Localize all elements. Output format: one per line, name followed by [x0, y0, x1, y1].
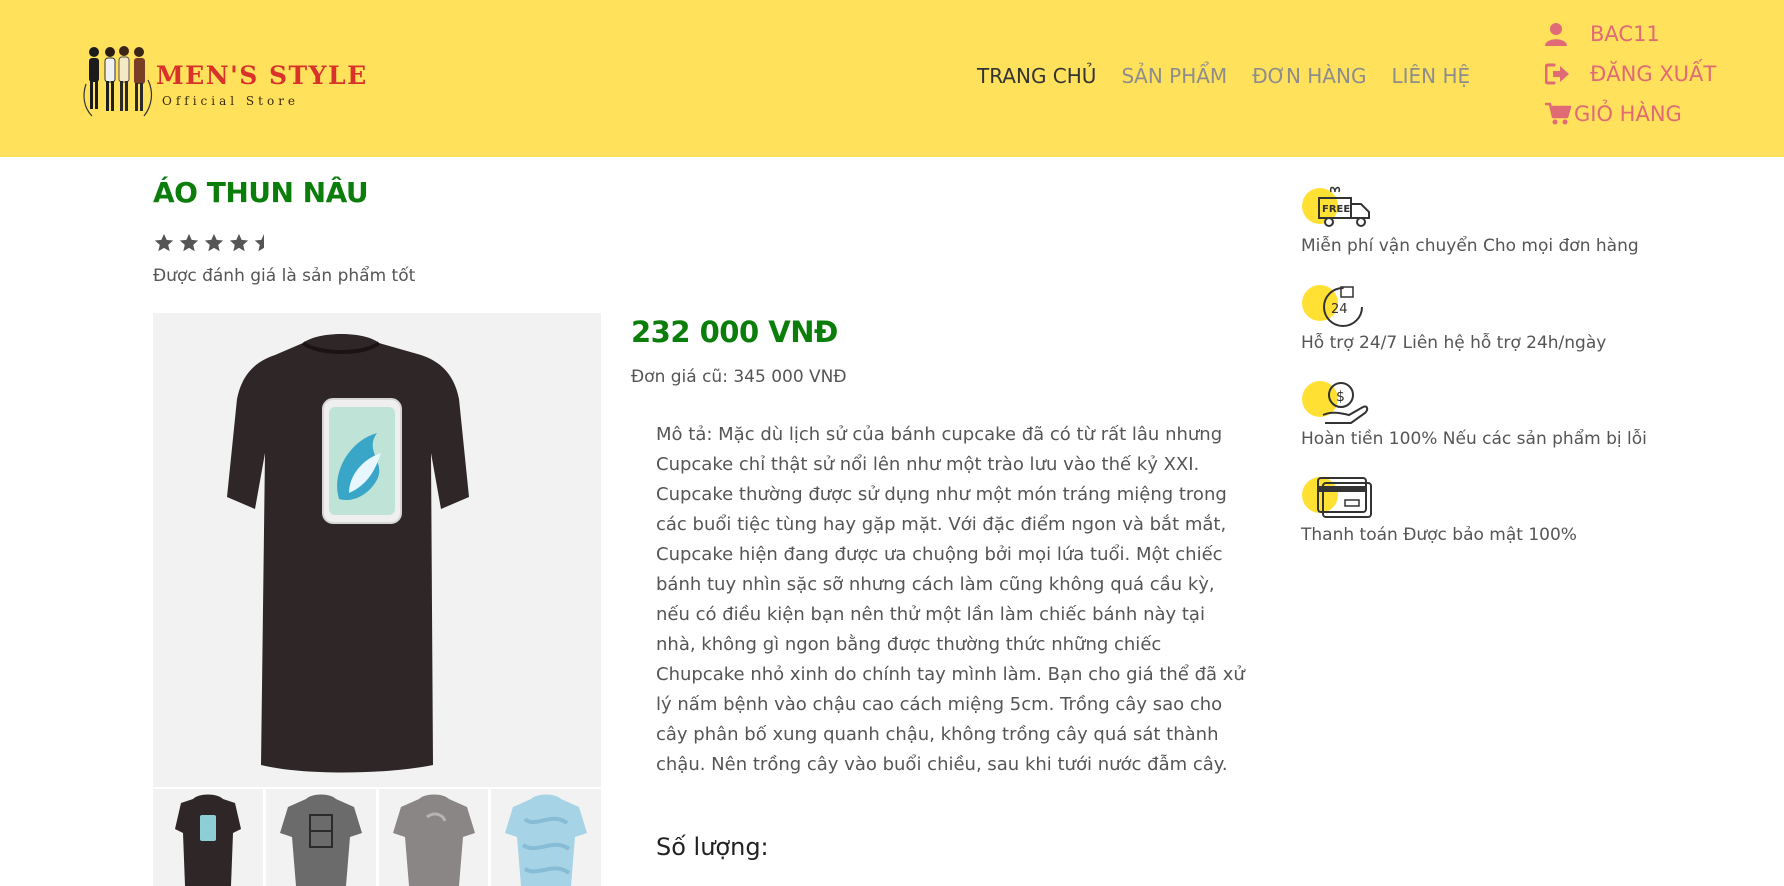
svg-text:24: 24: [1331, 302, 1348, 317]
thumbnail-3[interactable]: [378, 789, 489, 886]
support-24-7-icon: 24: [1302, 285, 1363, 327]
logout-link[interactable]: ĐĂNG XUẤT: [1545, 62, 1716, 86]
star-full-icon: [154, 233, 174, 252]
product-main-image[interactable]: [153, 313, 601, 787]
tshirt-thumbnail-image: [279, 794, 362, 886]
product-description: Mô tả: Mặc dù lịch sử của bánh cupcake đ…: [656, 424, 1245, 775]
old-price: Đơn giá cũ: 345 000 VNĐ: [631, 367, 847, 387]
benefit-text: Hoàn tiền 100% Nếu các sản phẩm bị lỗi: [1301, 429, 1647, 449]
quantity-label: Số lượng:: [656, 833, 769, 861]
tshirt-thumbnail-image: [505, 794, 588, 886]
user-account-link[interactable]: BAC11: [1545, 22, 1660, 46]
logo-figures-icon: [83, 46, 153, 117]
star-full-icon: [204, 233, 224, 252]
cart-label: GIỎ HÀNG: [1574, 102, 1682, 126]
user-icon: [1545, 23, 1567, 46]
nav-contact[interactable]: LIÊN HỆ: [1391, 64, 1470, 88]
benefit-text: Thanh toán Được bảo mật 100%: [1301, 525, 1577, 545]
star-full-icon: [179, 233, 199, 252]
thumbnail-4[interactable]: [491, 789, 601, 886]
main-nav: TRANG CHỦ SẢN PHẨM ĐƠN HÀNG LIÊN HỆ: [977, 64, 1470, 88]
tshirt-image: [227, 334, 469, 773]
credit-card-icon: [1302, 477, 1372, 518]
nav-products[interactable]: SẢN PHẨM: [1121, 64, 1227, 88]
product-price: 232 000 VNĐ: [631, 315, 838, 349]
refund-money-hand-icon: $: [1302, 381, 1369, 424]
benefit-text: Hỗ trợ 24/7 Liên hệ hỗ trợ 24h/ngày: [1301, 333, 1607, 353]
logout-label: ĐĂNG XUẤT: [1590, 62, 1717, 86]
tshirt-thumbnail-image: [392, 794, 475, 886]
site-header: MEN'S STYLE Official Store TRANG CHỦ SẢN…: [0, 0, 1784, 157]
svg-text:$: $: [1336, 389, 1345, 405]
nav-orders[interactable]: ĐƠN HÀNG: [1252, 64, 1366, 88]
rating-stars: [153, 232, 275, 254]
logo-subtitle: Official Store: [162, 94, 300, 108]
shopping-cart-icon: [1545, 102, 1571, 125]
thumbnail-strip: [153, 789, 601, 886]
star-full-icon: [229, 233, 249, 252]
tshirt-thumbnail-image: [175, 794, 241, 886]
svg-text:FREE: FREE: [1322, 204, 1350, 215]
sign-out-icon: [1545, 63, 1569, 85]
thumbnail-2[interactable]: [265, 789, 376, 886]
nav-home[interactable]: TRANG CHỦ: [977, 64, 1096, 88]
free-shipping-truck-icon: FREE: [1302, 186, 1370, 227]
product-title: ÁO THUN NÂU: [153, 176, 369, 209]
store-logo[interactable]: MEN'S STYLE Official Store: [82, 44, 372, 120]
star-half-icon: [254, 233, 264, 252]
username-label: BAC11: [1590, 22, 1660, 46]
rating-text: Được đánh giá là sản phẩm tốt: [153, 266, 416, 286]
logo-title: MEN'S STYLE: [156, 61, 368, 90]
benefit-text: Miễn phí vận chuyển Cho mọi đơn hàng: [1301, 236, 1639, 256]
thumbnail-1[interactable]: [153, 789, 263, 886]
cart-link[interactable]: GIỎ HÀNG: [1545, 102, 1682, 126]
